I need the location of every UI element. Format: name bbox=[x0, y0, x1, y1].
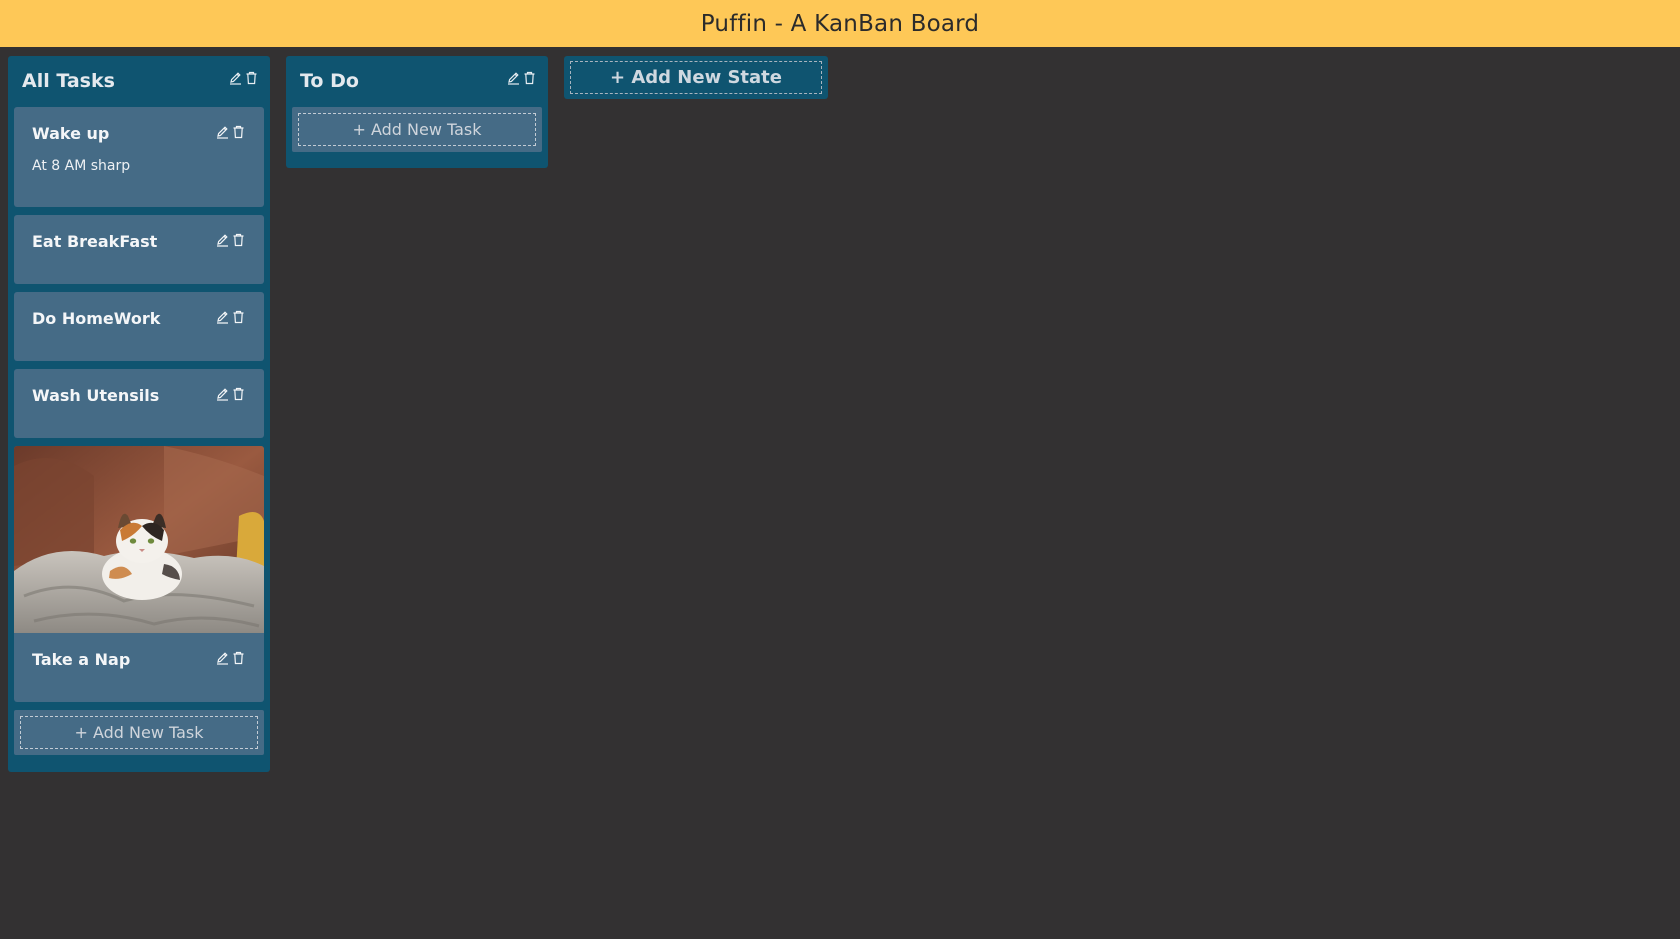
add-state-button[interactable]: + Add New State bbox=[570, 61, 822, 94]
task-actions bbox=[216, 125, 245, 139]
pencil-icon[interactable] bbox=[216, 387, 229, 401]
column-title: To Do bbox=[300, 70, 359, 92]
task-actions bbox=[216, 651, 245, 665]
column-to-do: To Do + Add New Task bbox=[286, 56, 548, 168]
column-title: All Tasks bbox=[22, 70, 115, 92]
add-task-button[interactable]: + Add New Task bbox=[20, 716, 258, 749]
trash-icon[interactable] bbox=[232, 233, 245, 247]
task-card-do-homework[interactable]: Do HomeWork bbox=[14, 292, 264, 361]
trash-icon[interactable] bbox=[245, 71, 258, 85]
task-actions bbox=[216, 310, 245, 324]
pencil-icon[interactable] bbox=[216, 125, 229, 139]
trash-icon[interactable] bbox=[232, 387, 245, 401]
task-title: Eat BreakFast bbox=[32, 232, 158, 251]
trash-icon[interactable] bbox=[523, 71, 536, 85]
app-title: Puffin - A KanBan Board bbox=[700, 10, 980, 37]
column-actions bbox=[507, 71, 536, 85]
task-description: At 8 AM sharp bbox=[32, 158, 131, 174]
task-card-take-a-nap[interactable]: Take a Nap bbox=[14, 446, 264, 702]
task-card-eat-breakfast[interactable]: Eat BreakFast bbox=[14, 215, 264, 284]
task-title: Do HomeWork bbox=[32, 309, 161, 328]
column-all-tasks: All Tasks Wake up At 8 AM sharp Eat Brea… bbox=[8, 56, 270, 772]
task-card-wake-up[interactable]: Wake up At 8 AM sharp bbox=[14, 107, 264, 207]
task-title: Take a Nap bbox=[32, 650, 131, 669]
pencil-icon[interactable] bbox=[229, 71, 242, 85]
column-actions bbox=[229, 71, 258, 85]
app-header: Puffin - A KanBan Board bbox=[0, 0, 1680, 47]
pencil-icon[interactable] bbox=[507, 71, 520, 85]
task-actions bbox=[216, 387, 245, 401]
pencil-icon[interactable] bbox=[216, 310, 229, 324]
task-card-wash-utensils[interactable]: Wash Utensils bbox=[14, 369, 264, 438]
task-actions bbox=[216, 233, 245, 247]
pencil-icon[interactable] bbox=[216, 651, 229, 665]
trash-icon[interactable] bbox=[232, 125, 245, 139]
add-task-container: + Add New Task bbox=[14, 710, 264, 755]
pencil-icon[interactable] bbox=[216, 233, 229, 247]
add-state-container: + Add New State bbox=[564, 56, 828, 99]
cat-photo-image bbox=[14, 446, 264, 633]
trash-icon[interactable] bbox=[232, 651, 245, 665]
trash-icon[interactable] bbox=[232, 310, 245, 324]
add-task-container: + Add New Task bbox=[292, 107, 542, 152]
task-title: Wake up bbox=[32, 124, 110, 143]
add-task-button[interactable]: + Add New Task bbox=[298, 113, 536, 146]
task-title: Wash Utensils bbox=[32, 386, 160, 405]
